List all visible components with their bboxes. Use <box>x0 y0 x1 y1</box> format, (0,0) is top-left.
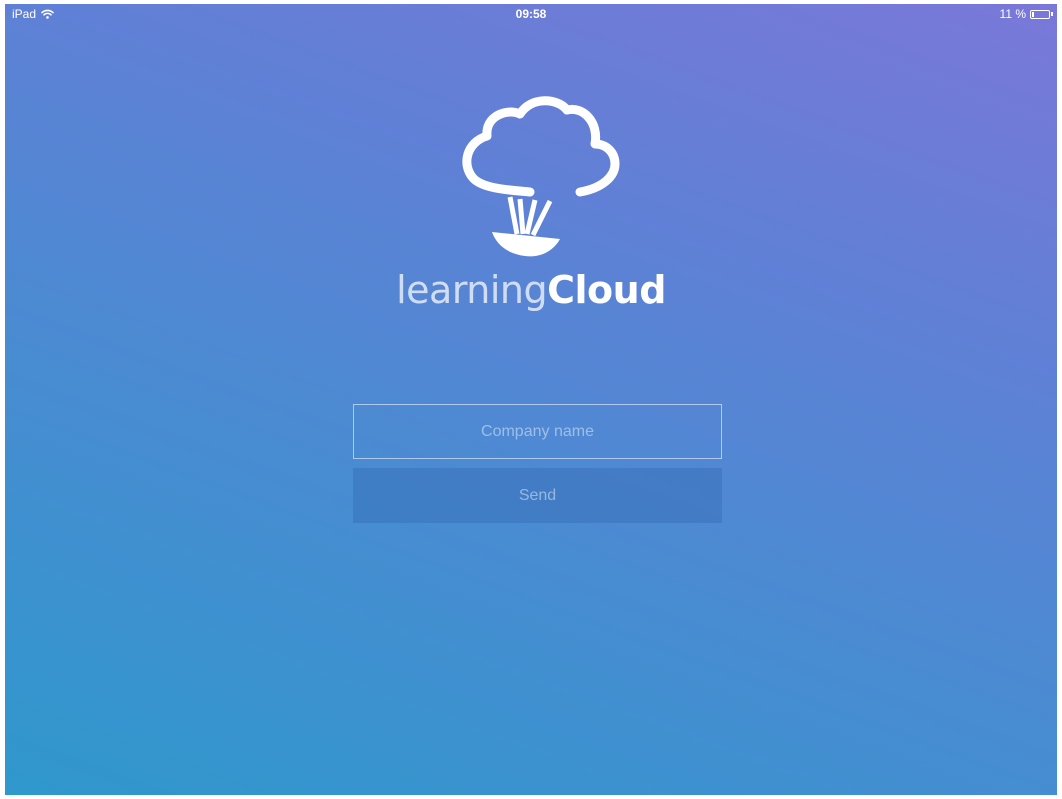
battery-tip <box>1051 12 1053 16</box>
battery-percent: 11 % <box>999 7 1026 21</box>
app-screen: iPad 09:58 11 % learningCloud Company na… <box>5 4 1057 795</box>
battery-fill <box>1032 11 1034 17</box>
brand-name-light: learning <box>396 268 548 312</box>
send-button[interactable]: Send <box>353 468 722 523</box>
brand-wordmark: learningCloud <box>5 268 1057 312</box>
status-bar: iPad 09:58 11 % <box>5 4 1057 24</box>
status-time: 09:58 <box>515 7 547 21</box>
brand-name-bold: Cloud <box>547 268 666 312</box>
status-right: 11 % <box>1000 7 1053 21</box>
cloud-balloon-logo <box>455 94 625 259</box>
company-name-input[interactable] <box>353 404 722 459</box>
battery-icon <box>1030 9 1053 19</box>
battery-body <box>1030 9 1050 19</box>
